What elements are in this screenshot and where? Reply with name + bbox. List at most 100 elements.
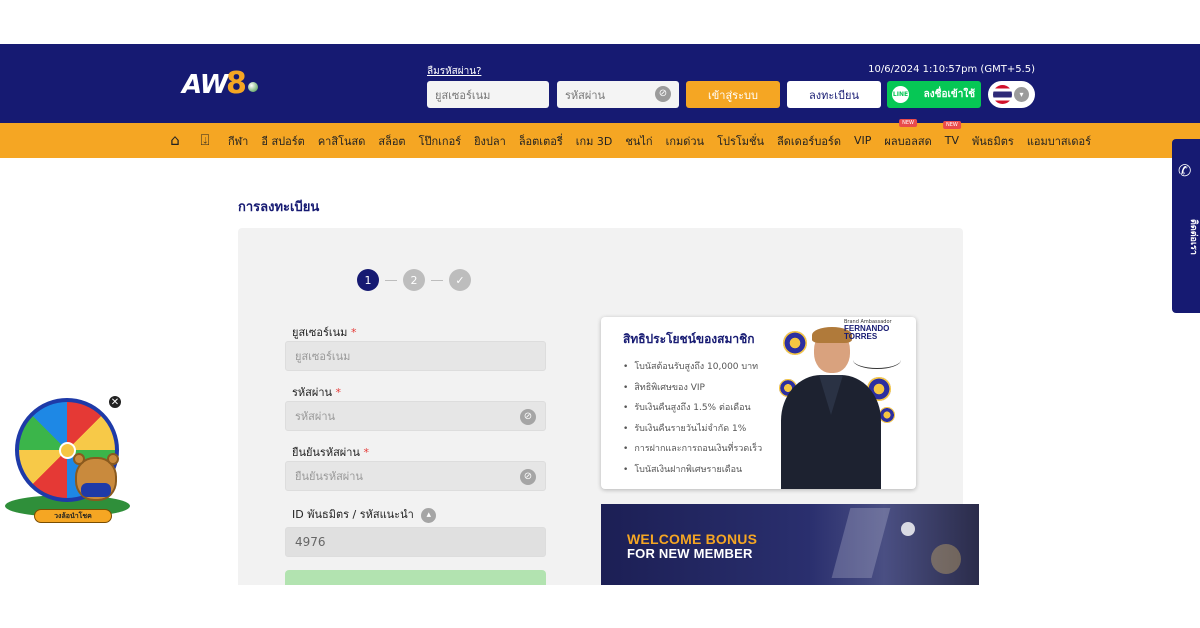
nav-item-16[interactable]: แอมบาสเดอร์ — [1027, 132, 1091, 150]
nav-item-label: ยิงปลา — [474, 134, 506, 148]
new-badge: NEW — [899, 118, 917, 127]
nav-item-11[interactable]: ลีดเดอร์บอร์ด — [777, 132, 841, 150]
nav-item-label: ผลบอลสด — [884, 134, 932, 148]
lucky-wheel-button[interactable]: วงล้อนำโชค — [34, 509, 112, 523]
nav-item-12[interactable]: VIP — [854, 134, 871, 147]
nav-item-15[interactable]: พันธมิตร — [972, 132, 1014, 150]
contact-us-tab[interactable]: ✆ ติดต่อเรา — [1172, 139, 1200, 313]
nav-item-label: กีฬา — [228, 134, 249, 148]
close-icon[interactable]: ✕ — [108, 395, 122, 409]
logo-text-aw: AW — [182, 70, 228, 100]
password-label: รหัสผ่าน * — [292, 383, 341, 401]
step-divider — [385, 279, 397, 281]
signature-image — [853, 351, 901, 369]
step-divider — [431, 279, 443, 281]
nav-item-label: พันธมิตร — [972, 134, 1014, 148]
referral-label-text: ID พันธมิตร / รหัสแนะนำ — [292, 508, 414, 521]
step-2: 2 — [403, 269, 425, 291]
nav-item-label: โปรโมชั่น — [717, 134, 765, 148]
logo-ball-icon — [248, 82, 258, 92]
bonus-subtitle: FOR NEW MEMBER — [627, 546, 753, 561]
confirm-password-input[interactable]: ยืนยันรหัสผ่าน ⊘ — [285, 461, 546, 491]
welcome-bonus-banner[interactable]: WELCOME BONUS FOR NEW MEMBER — [601, 504, 979, 585]
benefits-list: โบนัสต้อนรับสูงถึง 10,000 บาท สิทธิพิเศษ… — [623, 357, 762, 480]
step-1: 1 — [357, 269, 379, 291]
nav-item-0[interactable]: กีฬา — [228, 132, 248, 150]
logo-text-8: 8 — [226, 66, 247, 101]
password-input[interactable]: รหัสผ่าน ⊘ — [285, 401, 546, 431]
benefit-item: รับเงินคืนรายวันไม่จำกัด 1% — [623, 419, 762, 440]
nav-item-label: ล็อตเตอรี่ — [518, 134, 563, 148]
username-label-text: ยูสเซอร์เนม — [292, 326, 348, 339]
header-username-input[interactable]: ยูสเซอร์เนม — [427, 81, 549, 108]
register-button[interactable]: ลงทะเบียน — [787, 81, 881, 108]
member-benefits-card: สิทธิประโยชน์ของสมาชิก โบนัสต้อนรับสูงถึ… — [601, 317, 916, 489]
registration-stepper: 1 2 ✓ — [357, 269, 471, 291]
referral-input[interactable]: 4976 — [285, 527, 546, 557]
nav-item-label: คาสิโนสด — [317, 134, 366, 148]
nav-item-4[interactable]: โป๊กเกอร์ — [419, 132, 462, 150]
eye-off-icon[interactable]: ⊘ — [520, 469, 536, 485]
nav-item-6[interactable]: ล็อตเตอรี่ — [519, 132, 563, 150]
nav-item-label: เกม 3D — [575, 134, 613, 148]
nav-item-14[interactable]: TV NEW — [942, 121, 961, 147]
password-placeholder: รหัสผ่าน — [295, 410, 336, 423]
nav-item-10[interactable]: โปรโมชั่น — [717, 132, 764, 150]
forgot-password-link[interactable]: ลืมรหัสผ่าน? — [427, 64, 481, 79]
home-icon[interactable]: ⌂ — [167, 132, 183, 148]
eye-off-icon[interactable]: ⊘ — [520, 409, 536, 425]
page-title: การลงทะเบียน — [238, 200, 320, 215]
banner-decoration — [831, 508, 891, 578]
language-selector[interactable]: ▾ — [988, 81, 1035, 108]
username-input[interactable]: ยูสเซอร์เนม — [285, 341, 546, 371]
header-password-placeholder: รหัสผ่าน — [565, 88, 606, 102]
bear-ear — [107, 453, 119, 465]
nav-item-label: แอมบาสเดอร์ — [1026, 134, 1092, 148]
eye-off-icon[interactable]: ⊘ — [655, 86, 671, 102]
ambassador-name: FERNANDO TORRES — [844, 324, 890, 341]
header-username-placeholder: ยูสเซอร์เนม — [435, 88, 491, 102]
benefit-item: โบนัสเงินฝากพิเศษรายเดือน — [623, 460, 762, 481]
nav-item-label: ลีดเดอร์บอร์ด — [777, 134, 841, 148]
nav-item-1[interactable]: อี สปอร์ต — [261, 132, 304, 150]
benefits-title: สิทธิประโยชน์ของสมาชิก — [623, 332, 755, 346]
nav-item-label: โป๊กเกอร์ — [418, 134, 462, 148]
nav-item-label: VIP — [853, 134, 872, 147]
nav-item-label: อี สปอร์ต — [261, 134, 305, 148]
download-icon[interactable]: ⍗ — [197, 132, 213, 148]
required-mark: * — [335, 386, 342, 399]
login-button[interactable]: เข้าสู่ระบบ — [686, 81, 780, 108]
line-icon: LINE — [892, 86, 909, 103]
benefit-item: โบนัสต้อนรับสูงถึง 10,000 บาท — [623, 357, 762, 378]
contact-us-label: ติดต่อเรา — [1188, 219, 1198, 255]
nav-item-8[interactable]: ชนไก่ — [625, 132, 652, 150]
benefit-item: การฝากและการถอนเงินที่รวดเร็ว — [623, 439, 762, 460]
nav-item-label: TV — [944, 134, 960, 147]
required-mark: * — [350, 326, 357, 339]
nav-item-2[interactable]: คาสิโนสด — [318, 132, 366, 150]
main-nav: ⌂ ⍗ กีฬา อี สปอร์ต คาสิโนสด สล็อต โป๊กเกอร์ ย… — [0, 118, 1200, 158]
benefit-item: รับเงินคืนสูงถึง 1.5% ต่อเดือน — [623, 398, 762, 419]
nav-item-7[interactable]: เกม 3D — [576, 132, 613, 150]
nav-item-label: สล็อต — [378, 134, 406, 148]
banner-decoration — [901, 522, 915, 536]
nav-item-3[interactable]: สล็อต — [378, 132, 405, 150]
nav-item-label: ชนไก่ — [625, 134, 653, 148]
chevron-down-icon: ▾ — [1014, 87, 1029, 102]
aw8-logo[interactable]: AW 8 — [182, 64, 262, 104]
step-complete-check-icon: ✓ — [449, 269, 471, 291]
confirm-password-label: ยืนยันรหัสผ่าน * — [292, 443, 369, 461]
lucky-wheel-widget[interactable]: วงล้อนำโชค ✕ — [5, 395, 130, 525]
line-login-button[interactable]: LINE ลงชื่อเข้าใช้ — [887, 81, 981, 108]
nav-item-5[interactable]: ยิงปลา — [474, 132, 506, 150]
top-header: AW 8 ลืมรหัสผ่าน? ยูสเซอร์เนม รหัสผ่าน ⊘… — [0, 44, 1200, 123]
next-button[interactable] — [285, 570, 546, 585]
nav-item-9[interactable]: เกมด่วน — [666, 132, 705, 150]
header-password-input[interactable]: รหัสผ่าน ⊘ — [557, 81, 679, 108]
casino-chip-image — [879, 407, 895, 423]
bear-shirt — [81, 483, 111, 497]
nav-item-13[interactable]: ผลบอลสด NEW — [884, 118, 932, 150]
referral-value: 4976 — [295, 535, 326, 549]
phone-icon: ✆ — [1178, 161, 1192, 180]
chevron-up-icon[interactable]: ▴ — [421, 507, 437, 523]
